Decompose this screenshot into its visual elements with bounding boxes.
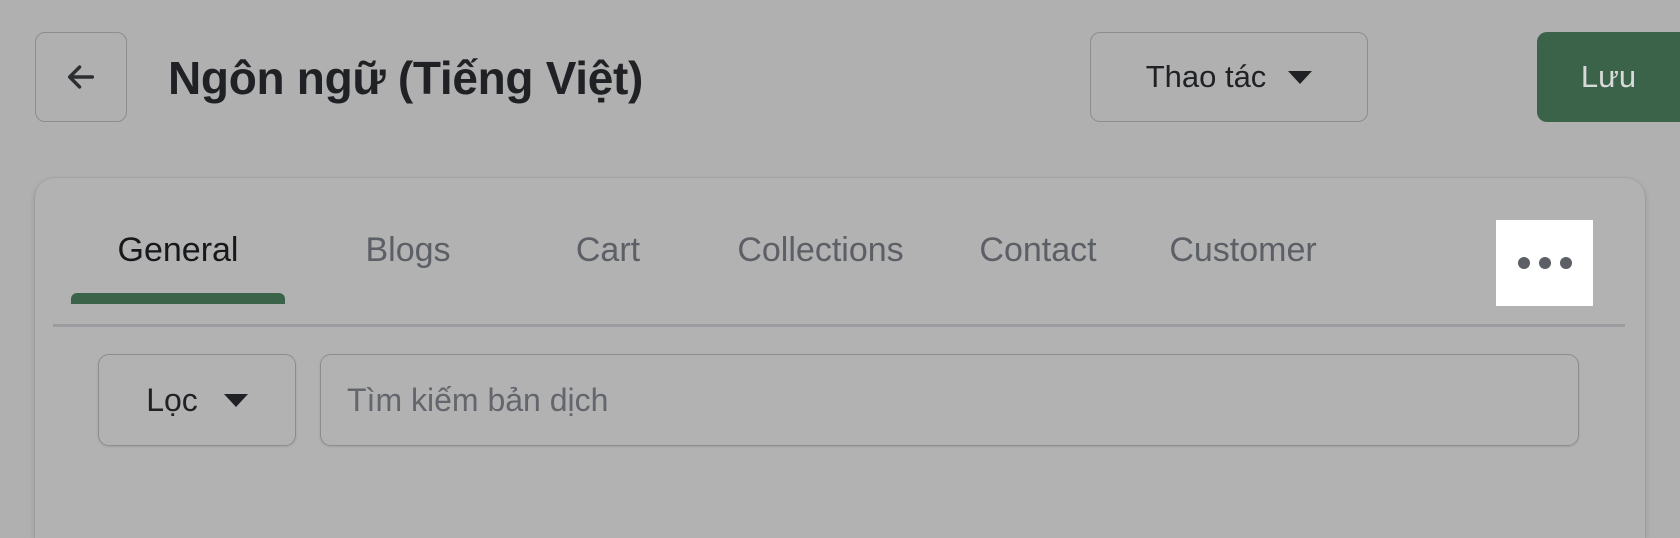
tab-label: Contact	[979, 230, 1097, 269]
action-menu-label: Thao tác	[1145, 59, 1267, 94]
tab-divider	[53, 324, 1625, 327]
save-button-label: Lưu	[1580, 59, 1637, 94]
chevron-down-icon	[1288, 70, 1313, 84]
filter-button[interactable]: Lọc	[98, 354, 296, 446]
tab-blogs[interactable]: Blogs	[303, 178, 513, 326]
tab-contact[interactable]: Contact	[938, 178, 1138, 326]
tab-list: General Blogs Cart Collections Contact C…	[53, 178, 1348, 326]
active-tab-indicator	[71, 293, 285, 304]
tab-cart[interactable]: Cart	[513, 178, 703, 326]
tab-general[interactable]: General	[53, 178, 303, 326]
tab-overflow-button[interactable]	[1496, 220, 1593, 306]
ellipsis-horizontal-icon	[1517, 257, 1530, 269]
filter-row: Lọc	[35, 354, 1645, 454]
app-root: Ngôn ngữ (Tiếng Việt) Thao tác Lưu Gener…	[0, 0, 1680, 538]
tab-label: General	[117, 230, 239, 269]
search-input[interactable]	[320, 354, 1579, 446]
page-title: Ngôn ngữ (Tiếng Việt)	[168, 52, 644, 104]
tab-label: Customer	[1169, 230, 1317, 269]
content-card: General Blogs Cart Collections Contact C…	[35, 178, 1645, 538]
filter-button-label: Lọc	[146, 381, 198, 418]
tab-collections[interactable]: Collections	[703, 178, 938, 326]
arrow-left-icon	[64, 60, 98, 94]
back-button[interactable]	[35, 32, 127, 122]
tab-bar: General Blogs Cart Collections Contact C…	[35, 178, 1645, 327]
tab-label: Cart	[575, 230, 641, 269]
save-button[interactable]: Lưu	[1537, 32, 1680, 122]
tab-label: Blogs	[365, 230, 451, 269]
ellipsis-horizontal-icon	[1559, 257, 1572, 269]
action-menu-button[interactable]: Thao tác	[1090, 32, 1368, 122]
tab-label: Collections	[737, 230, 904, 269]
page-header: Ngôn ngữ (Tiếng Việt) Thao tác Lưu	[0, 0, 1680, 152]
tab-customer[interactable]: Customer	[1138, 178, 1348, 326]
chevron-down-icon	[223, 393, 248, 407]
ellipsis-horizontal-icon	[1538, 257, 1551, 269]
